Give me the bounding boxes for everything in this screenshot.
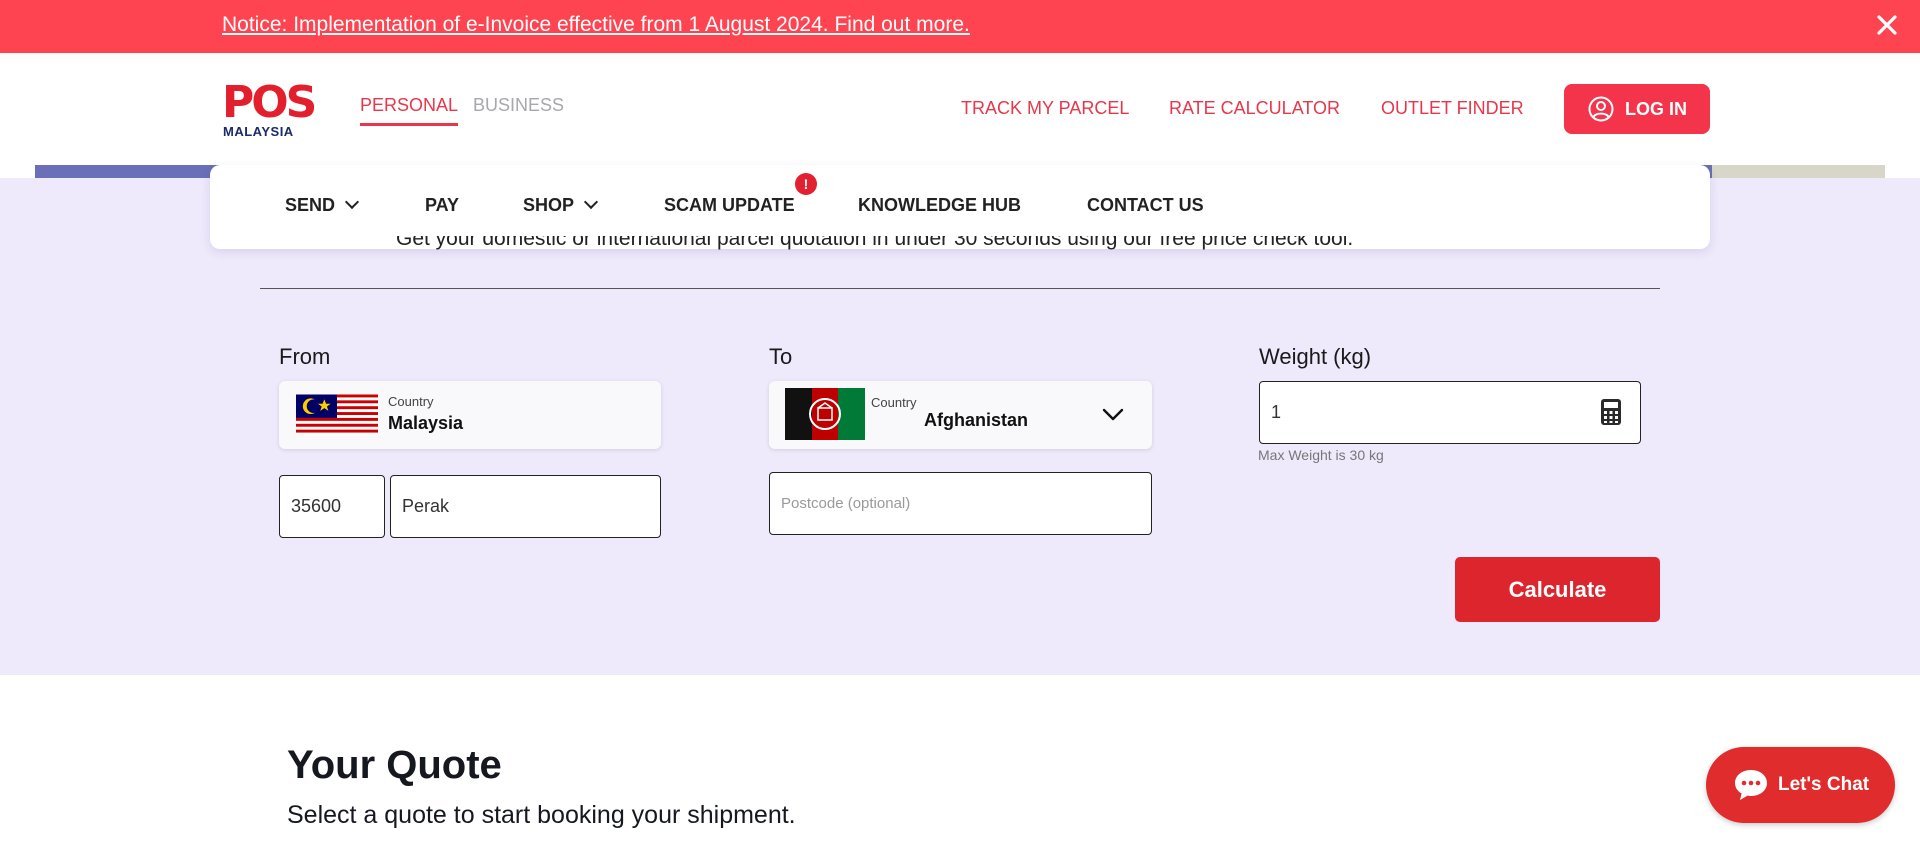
- chevron-down-icon: [1102, 408, 1124, 421]
- from-state-value: Perak: [402, 496, 450, 516]
- weight-input[interactable]: 1: [1259, 381, 1641, 444]
- from-state-input[interactable]: Perak: [390, 475, 661, 538]
- outlet-finder-link[interactable]: OUTLET FINDER: [1381, 98, 1524, 119]
- divider: [260, 288, 1660, 289]
- menu-knowledge-hub[interactable]: KNOWLEDGE HUB: [858, 195, 1021, 216]
- from-country-caption: Country: [388, 394, 434, 409]
- menu-scam-update[interactable]: SCAM UPDATE: [664, 195, 795, 216]
- to-postcode-placeholder: Postcode (optional): [781, 495, 911, 512]
- from-postcode-input[interactable]: 35600: [279, 475, 385, 538]
- notice-link[interactable]: Notice: Implementation of e-Invoice effe…: [222, 13, 970, 37]
- menu-shop-label: SHOP: [523, 195, 575, 215]
- chat-bubble-icon: [1735, 770, 1767, 800]
- login-label: LOG IN: [1625, 99, 1687, 119]
- chevron-down-icon: [583, 194, 599, 210]
- lets-chat-button[interactable]: Let's Chat: [1706, 747, 1895, 823]
- login-button[interactable]: LOG IN: [1564, 84, 1710, 134]
- logo-subtext: MALAYSIA: [223, 124, 294, 139]
- afghanistan-flag-icon: [785, 388, 865, 440]
- weight-value: 1: [1271, 402, 1282, 422]
- from-country-value: Malaysia: [388, 413, 464, 433]
- alert-badge: !: [795, 173, 817, 195]
- close-icon[interactable]: [1872, 10, 1902, 40]
- weight-label: Weight (kg): [1259, 344, 1372, 369]
- from-postcode-value: 35600: [291, 496, 342, 516]
- from-label: From: [279, 344, 331, 369]
- to-postcode-input[interactable]: Postcode (optional): [769, 472, 1152, 535]
- menu-pay[interactable]: PAY: [425, 195, 459, 216]
- to-country-value: Afghanistan: [924, 410, 1029, 430]
- calculate-button[interactable]: Calculate: [1455, 557, 1660, 622]
- malaysia-flag-icon: [296, 394, 378, 436]
- rate-calculator-link[interactable]: RATE CALCULATOR: [1169, 98, 1340, 119]
- lets-chat-label: Let's Chat: [1778, 774, 1870, 795]
- to-country-caption: Country: [871, 395, 917, 410]
- calculator-icon: [1601, 399, 1621, 425]
- to-label: To: [769, 344, 793, 369]
- calculator-subtitle: Get your domestic or international parce…: [396, 236, 1354, 250]
- from-country-selector: Country Malaysia: [279, 381, 661, 449]
- to-country-selector[interactable]: Country Afghanistan: [769, 381, 1152, 449]
- notice-bar: Notice: Implementation of e-Invoice effe…: [0, 0, 1920, 53]
- segment-business[interactable]: BUSINESS: [473, 95, 564, 116]
- track-my-parcel-link[interactable]: TRACK MY PARCEL: [961, 98, 1129, 119]
- weight-hint: Max Weight is 30 kg: [1258, 447, 1384, 463]
- pos-malaysia-logo[interactable]: POS MALAYSIA: [222, 77, 324, 140]
- menu-contact-us[interactable]: CONTACT US: [1087, 195, 1204, 216]
- menu-send-label: SEND: [285, 195, 336, 215]
- segment-personal[interactable]: PERSONAL: [360, 95, 459, 126]
- hero-banner-strip-right: [1712, 165, 1885, 179]
- quote-title: Your Quote: [287, 743, 502, 787]
- quote-subtitle: Select a quote to start booking your shi…: [287, 801, 796, 829]
- calculator-subtitle-clip: Get your domestic or international parce…: [396, 236, 1526, 256]
- user-icon: [1588, 96, 1614, 122]
- logo-mark: POS: [222, 77, 317, 128]
- menu-send[interactable]: SEND: [285, 194, 360, 216]
- menu-shop[interactable]: SHOP: [523, 194, 599, 216]
- chevron-down-icon: [344, 194, 360, 210]
